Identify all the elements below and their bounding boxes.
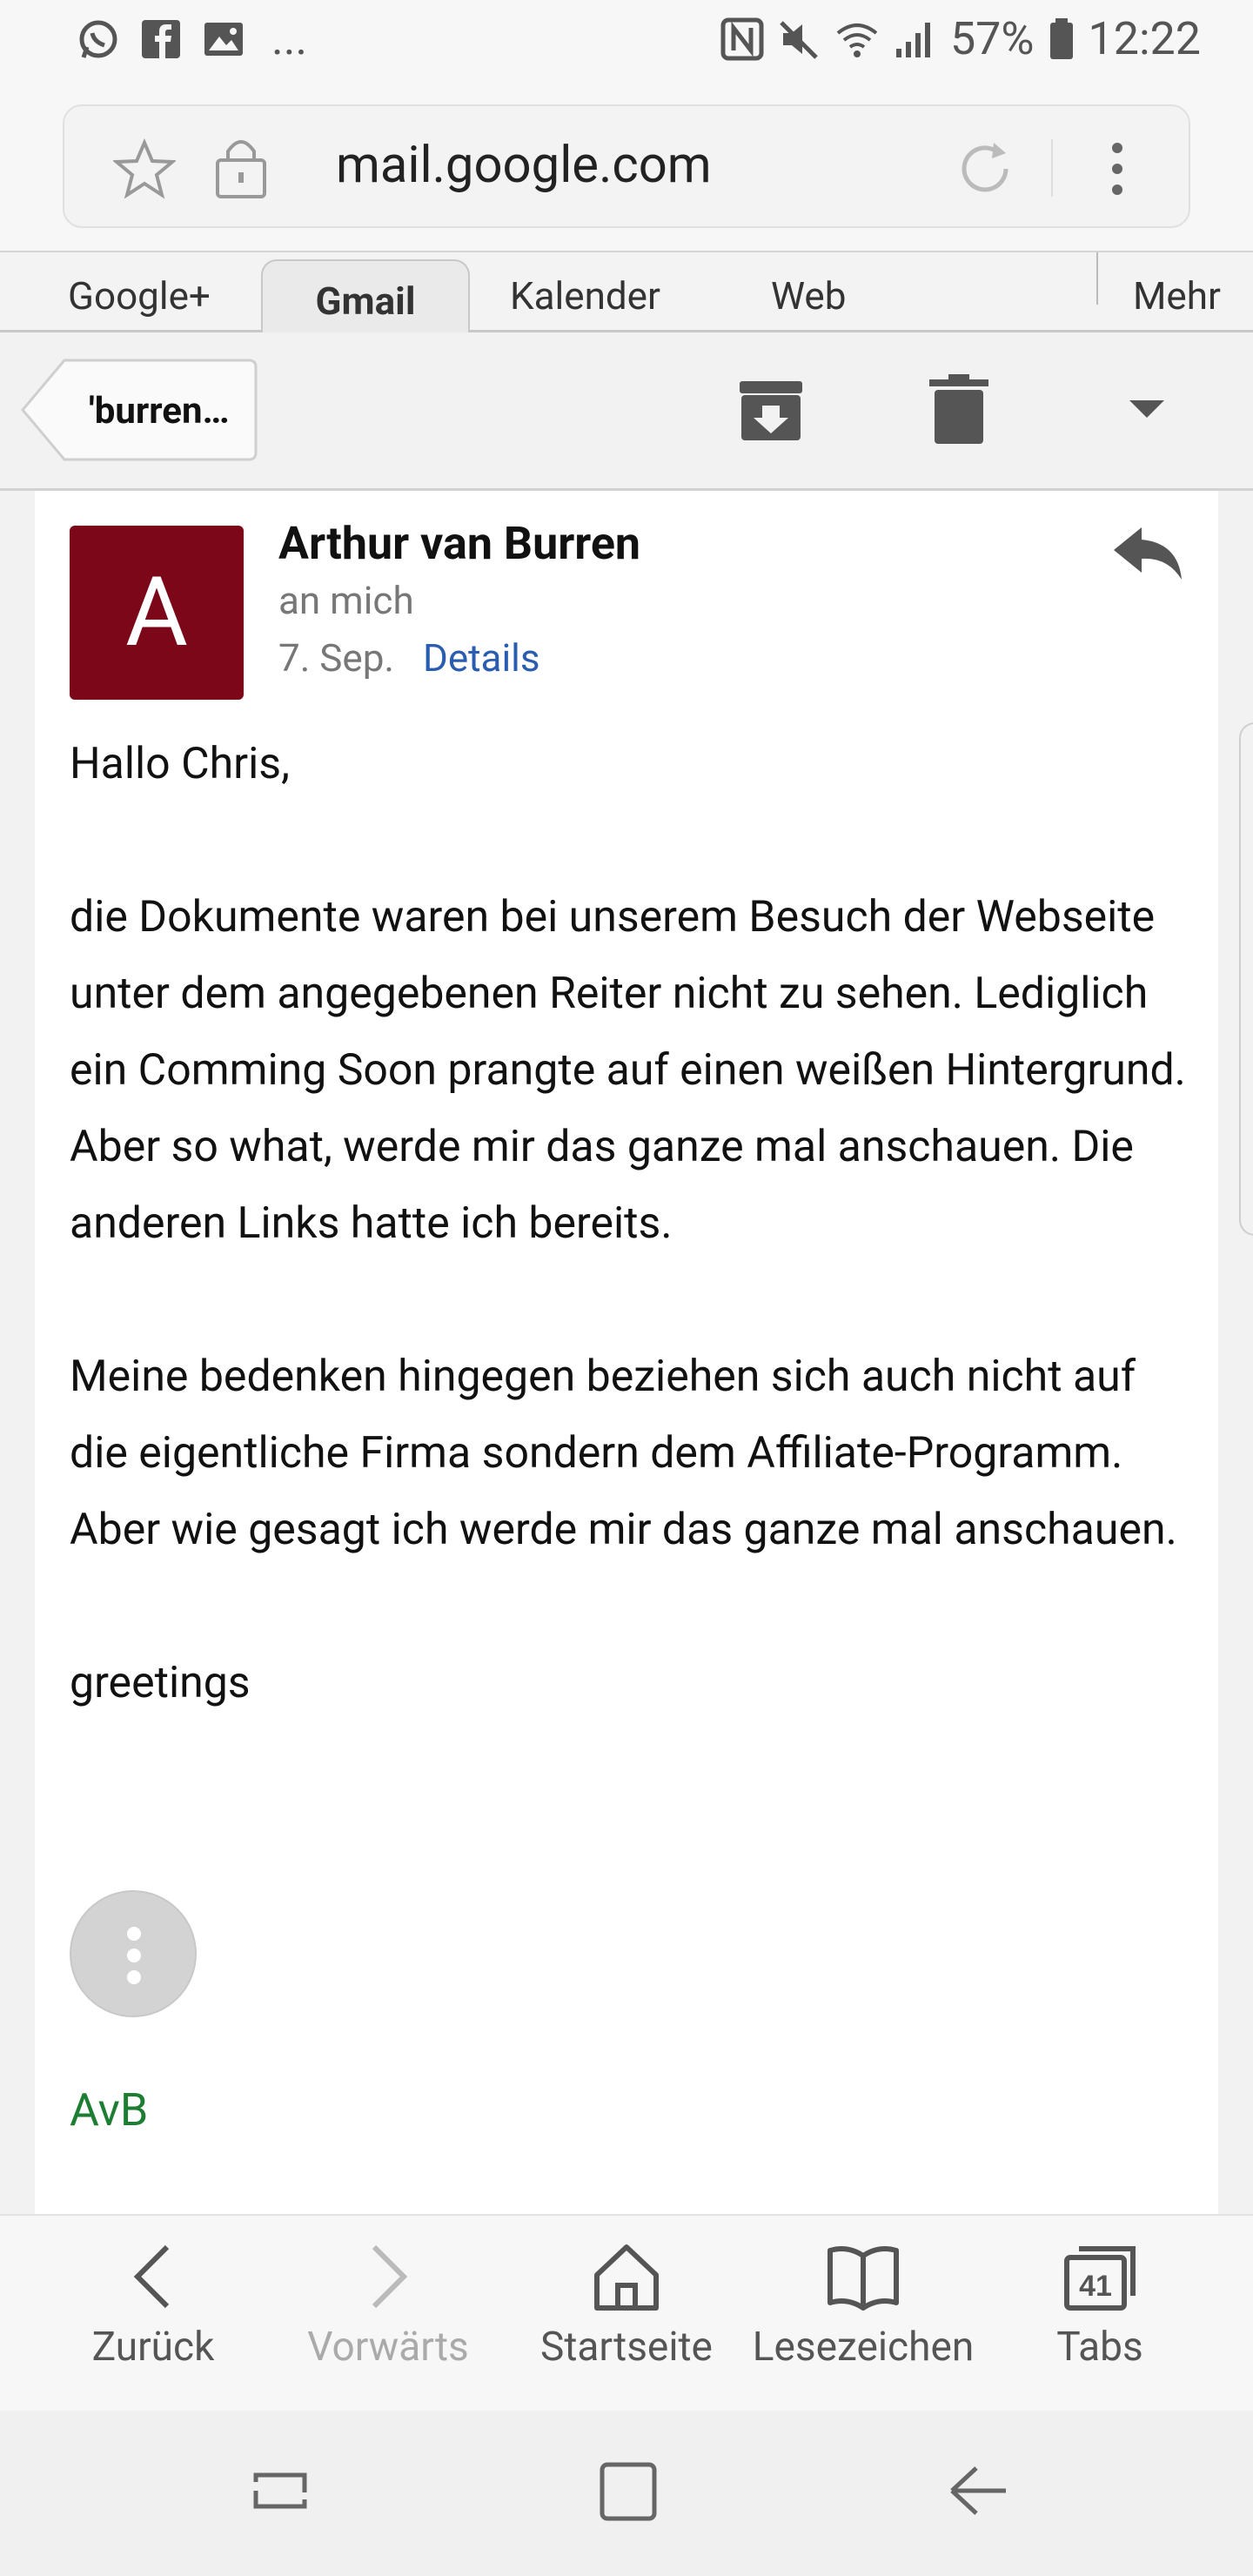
body-paragraph-2: Meine bedenken hingegen beziehen sich au…: [70, 1352, 1177, 1555]
details-link[interactable]: Details: [423, 635, 540, 681]
tab-google-plus[interactable]: Google+: [68, 273, 211, 319]
chevron-left-icon: [133, 2244, 170, 2309]
show-trimmed-content-button[interactable]: [70, 1890, 197, 2017]
forward-label: Vorwärts: [307, 2324, 469, 2371]
forward-button[interactable]: Vorwärts: [266, 2242, 510, 2371]
mute-icon: [780, 20, 818, 59]
tabs-icon: 41: [1064, 2246, 1136, 2311]
notification-icons: ...: [77, 12, 308, 65]
wifi-icon: [836, 23, 878, 57]
browser-address-area: mail.google.com: [0, 87, 1253, 251]
system-navigation-bar: [0, 2411, 1253, 2576]
overflow-menu-icon[interactable]: [1100, 136, 1135, 202]
tabs-label: Tabs: [1056, 2324, 1143, 2371]
url-text[interactable]: mail.google.com: [336, 136, 712, 195]
chevron-right-icon: [372, 2244, 408, 2309]
sender-name[interactable]: Arthur van Burren: [278, 517, 640, 570]
back-to-list-button[interactable]: 'burren…: [21, 359, 258, 461]
tab-count: 41: [1079, 2270, 1112, 2303]
bookmarks-label: Lesezeichen: [752, 2324, 975, 2371]
sender-avatar: A: [70, 526, 244, 700]
address-bar-divider: [1051, 139, 1053, 197]
home-square-icon[interactable]: [595, 2456, 661, 2526]
nfc-icon: [720, 17, 764, 60]
greeting-text: Hallo Chris,: [70, 739, 290, 789]
image-icon: [204, 23, 243, 56]
scroll-edge-handle[interactable]: [1239, 722, 1253, 1236]
address-bar[interactable]: mail.google.com: [63, 104, 1190, 228]
archive-icon[interactable]: [736, 376, 806, 446]
reload-icon[interactable]: [952, 136, 1018, 202]
tab-divider: [1096, 252, 1098, 305]
home-label: Startseite: [540, 2324, 713, 2371]
star-icon[interactable]: [113, 138, 176, 200]
tab-kalender[interactable]: Kalender: [510, 273, 660, 319]
tab-web[interactable]: Web: [771, 273, 846, 319]
recipient-line: an mich: [278, 578, 414, 623]
tab-mehr[interactable]: Mehr: [1133, 273, 1221, 319]
back-chip-label: 'burren…: [89, 390, 230, 433]
whatsapp-icon: [79, 20, 117, 58]
more-dot-icon: [127, 1970, 141, 1984]
delete-icon[interactable]: [926, 372, 992, 446]
email-message: A Arthur van Burren an mich 7. Sep. Deta…: [35, 491, 1218, 2214]
signature-text: AvB: [70, 2083, 149, 2137]
mail-action-bar: 'burren…: [0, 332, 1253, 491]
more-dot-icon: [127, 1949, 141, 1962]
dropdown-arrow-icon[interactable]: [1128, 399, 1166, 419]
lock-icon: [216, 140, 266, 198]
bookmarks-book-icon: [828, 2246, 899, 2311]
home-icon: [594, 2244, 659, 2311]
clock-time: 12:22: [1088, 12, 1202, 65]
more-notifications-text: ...: [271, 12, 308, 65]
system-back-icon[interactable]: [945, 2456, 1011, 2526]
browser-toolbar: Zurück Vorwärts Startseite Lesezeichen 4…: [0, 2214, 1253, 2411]
system-indicators: 57% 12:22: [720, 12, 1201, 65]
facebook-icon: [142, 20, 180, 58]
body-paragraph-1: die Dokumente waren bei unserem Besuch d…: [70, 892, 1186, 1249]
tabs-button[interactable]: 41 Tabs: [978, 2242, 1222, 2371]
back-button[interactable]: Zurück: [31, 2242, 275, 2371]
google-app-tabs: Google+ Gmail Kalender Web Mehr: [0, 251, 1253, 336]
home-button[interactable]: Startseite: [505, 2242, 748, 2371]
email-body: Hallo Chris, die Dokumente waren bei uns…: [70, 726, 1201, 1721]
bookmarks-button[interactable]: Lesezeichen: [741, 2242, 985, 2371]
back-label: Zurück: [91, 2324, 215, 2371]
message-date: 7. Sep.: [278, 635, 395, 681]
tab-gmail[interactable]: Gmail: [261, 259, 470, 336]
signal-icon: [895, 22, 930, 57]
more-dot-icon: [127, 1927, 141, 1941]
recent-apps-icon[interactable]: [247, 2456, 313, 2526]
battery-icon: [1049, 17, 1073, 59]
reply-icon[interactable]: [1110, 522, 1183, 583]
date-line: 7. Sep. Details: [278, 635, 540, 681]
status-bar: ... 57% 12:22: [0, 0, 1253, 87]
closing-text: greetings: [70, 1658, 251, 1708]
battery-percent: 57%: [949, 12, 1035, 65]
